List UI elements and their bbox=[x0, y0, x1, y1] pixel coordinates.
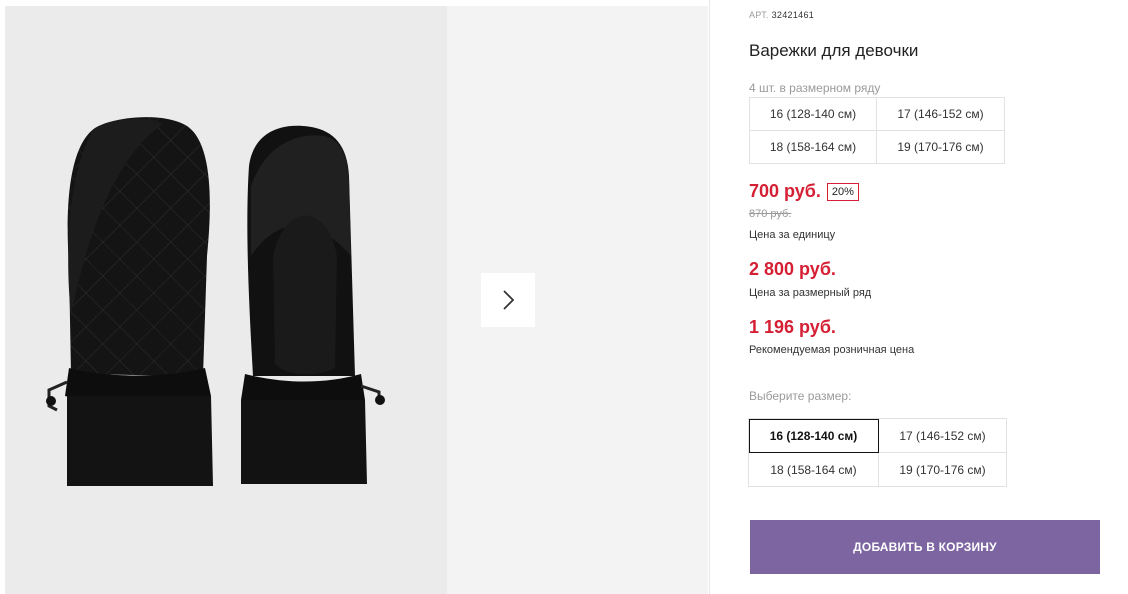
unit-price-caption: Цена за единицу bbox=[749, 229, 836, 241]
sku-label: АРТ. bbox=[749, 10, 769, 20]
size-picker-label: Выберите размер: bbox=[749, 389, 852, 403]
size-picker: 16 (128-140 см) 17 (146-152 см) 18 (158-… bbox=[748, 418, 1007, 487]
add-to-cart-button[interactable]: ДОБАВИТЬ В КОРЗИНУ bbox=[750, 520, 1100, 574]
product-title: Варежки для девочки bbox=[749, 41, 919, 60]
retail-price-caption: Рекомендуемая розничная цена bbox=[749, 344, 915, 356]
chevron-right-icon bbox=[503, 290, 515, 310]
size-range-item: 17 (146-152 см) bbox=[877, 98, 1005, 131]
pack-note: 4 шт. в размерном ряду bbox=[749, 81, 881, 95]
product-gallery bbox=[5, 6, 708, 594]
size-row-price-caption: Цена за размерный ряд bbox=[749, 287, 872, 299]
size-row-price: 2 800 руб. bbox=[749, 259, 836, 279]
size-range-grid: 16 (128-140 см) 17 (146-152 см) 18 (158-… bbox=[749, 97, 1005, 164]
size-option-17[interactable]: 17 (146-152 см) bbox=[879, 419, 1007, 453]
unit-price: 700 руб. bbox=[749, 181, 821, 201]
mittens-image bbox=[46, 117, 385, 486]
column-divider bbox=[709, 0, 710, 594]
size-range-item: 18 (158-164 см) bbox=[750, 131, 877, 164]
size-option-19[interactable]: 19 (170-176 см) bbox=[879, 453, 1007, 487]
size-range-item: 19 (170-176 см) bbox=[877, 131, 1005, 164]
unit-price-row: 700 руб. 20% bbox=[749, 181, 859, 202]
product-sku: АРТ. 32421461 bbox=[749, 10, 814, 20]
retail-price: 1 196 руб. bbox=[749, 317, 836, 337]
discount-badge: 20% bbox=[826, 182, 859, 201]
size-option-18[interactable]: 18 (158-164 см) bbox=[749, 453, 879, 487]
sku-value: 32421461 bbox=[771, 10, 815, 20]
size-range-item: 16 (128-140 см) bbox=[750, 98, 877, 131]
size-option-16[interactable]: 16 (128-140 см) bbox=[749, 419, 879, 453]
product-photo[interactable] bbox=[5, 6, 447, 594]
gallery-next-button[interactable] bbox=[481, 273, 535, 327]
old-price: 870 руб. bbox=[749, 208, 792, 220]
